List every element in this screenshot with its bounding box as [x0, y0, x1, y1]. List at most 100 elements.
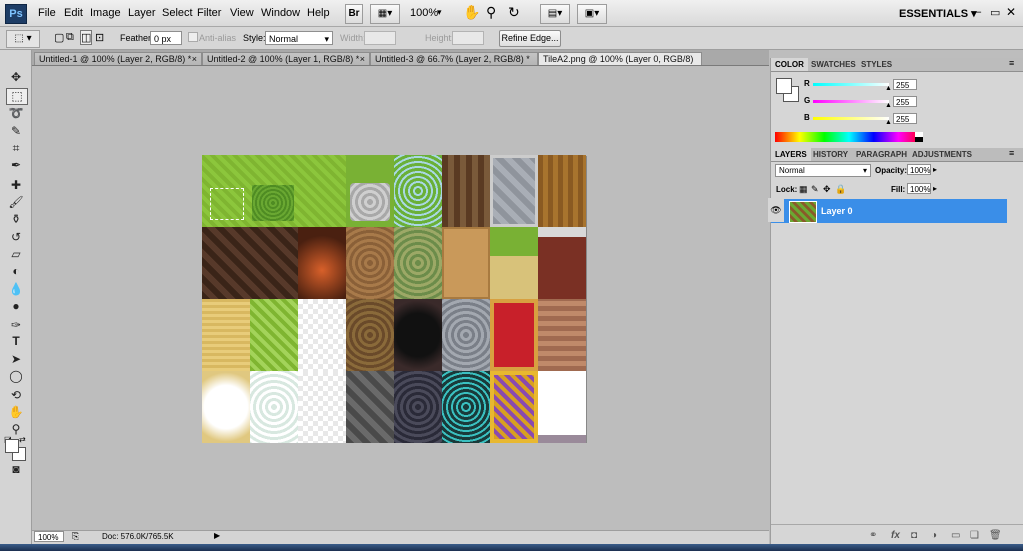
- type-tool-icon[interactable]: T: [6, 334, 26, 349]
- green-value-input[interactable]: 255: [893, 96, 917, 107]
- mask-icon[interactable]: ◘: [911, 530, 917, 541]
- quick-selection-tool-icon[interactable]: ✎: [6, 124, 26, 139]
- red-value-input[interactable]: 255: [893, 79, 917, 90]
- menu-help[interactable]: Help: [307, 7, 330, 19]
- height-input[interactable]: [452, 31, 484, 45]
- dodge-tool-icon[interactable]: ●: [6, 299, 26, 314]
- new-selection-icon[interactable]: ▢: [54, 31, 64, 44]
- minimize-icon[interactable]: –: [975, 6, 981, 18]
- menu-file[interactable]: File: [38, 7, 56, 19]
- quick-mask-icon[interactable]: ◙: [6, 462, 26, 477]
- tab-paragraph[interactable]: PARAGRAPH: [852, 148, 911, 161]
- slider-handle-icon[interactable]: ▲: [885, 119, 892, 126]
- red-slider[interactable]: [813, 83, 889, 86]
- slider-handle-icon[interactable]: ▲: [885, 102, 892, 109]
- menu-select[interactable]: Select: [162, 7, 193, 19]
- subtract-selection-icon[interactable]: ◫: [80, 30, 93, 45]
- tab-adjustments[interactable]: ADJUSTMENTS: [908, 148, 976, 161]
- path-selection-tool-icon[interactable]: ➤: [6, 352, 26, 367]
- panel-menu-icon[interactable]: ≡: [1009, 148, 1014, 158]
- blend-mode-select[interactable]: Normal ▾: [775, 164, 871, 177]
- adjustment-icon[interactable]: ◑: [931, 530, 937, 541]
- black-white-ramp[interactable]: [915, 132, 923, 142]
- fill-dropdown-icon[interactable]: ▸: [933, 184, 937, 193]
- status-menu-icon[interactable]: ▶: [214, 531, 220, 540]
- tab-history[interactable]: HISTORY: [809, 148, 852, 161]
- group-icon[interactable]: ▭: [951, 530, 960, 541]
- tab-color[interactable]: COLOR: [771, 58, 808, 71]
- blue-value-input[interactable]: 255: [893, 113, 917, 124]
- tab-swatches[interactable]: SWATCHES: [807, 58, 860, 71]
- refine-edge-button[interactable]: Refine Edge...: [499, 30, 561, 47]
- close-icon[interactable]: ✕: [1006, 5, 1016, 19]
- pen-tool-icon[interactable]: ✑: [6, 318, 26, 333]
- width-input[interactable]: [364, 31, 396, 45]
- zoom-tool-icon[interactable]: ⚲: [486, 4, 496, 21]
- hand-tool-icon[interactable]: ✋: [6, 405, 26, 420]
- add-selection-icon[interactable]: ⧉: [66, 31, 74, 44]
- lasso-tool-icon[interactable]: ➰: [6, 106, 26, 121]
- menu-edit[interactable]: Edit: [64, 7, 83, 19]
- tab-styles[interactable]: STYLES: [857, 58, 896, 71]
- foreground-color-swatch[interactable]: [776, 78, 792, 94]
- 3d-rotate-tool-icon[interactable]: ⟲: [6, 388, 26, 403]
- opacity-input[interactable]: 100%: [907, 164, 931, 175]
- opacity-dropdown-icon[interactable]: ▸: [933, 165, 937, 174]
- menu-image[interactable]: Image: [90, 7, 121, 19]
- restore-icon[interactable]: ▭: [990, 6, 1000, 19]
- close-icon[interactable]: ×: [360, 53, 369, 65]
- marquee-tool-icon[interactable]: ⬚: [6, 88, 28, 105]
- feather-input[interactable]: 0 px: [150, 31, 182, 45]
- clone-stamp-tool-icon[interactable]: ⚱: [6, 212, 26, 227]
- panel-menu-icon[interactable]: ≡: [1009, 58, 1014, 68]
- close-icon[interactable]: ×: [192, 53, 201, 65]
- foreground-color-swatch[interactable]: [5, 439, 19, 453]
- arrange-documents-button[interactable]: ▤▾: [540, 4, 570, 24]
- tab-untitled-3[interactable]: Untitled-3 @ 66.7% (Layer 2, RGB/8) *×: [370, 52, 538, 65]
- link-icon[interactable]: ⚭: [869, 530, 877, 541]
- rotate-view-icon[interactable]: ↻: [508, 4, 520, 21]
- eye-visibility-icon[interactable]: 👁: [768, 198, 784, 222]
- zoom-dropdown-icon[interactable]: ▾: [437, 7, 442, 18]
- tab-layers[interactable]: LAYERS: [771, 148, 811, 161]
- history-brush-tool-icon[interactable]: ↺: [6, 230, 26, 245]
- tool-preset-picker[interactable]: ⬚ ▾: [6, 30, 40, 48]
- workspace-switcher[interactable]: ESSENTIALS ▾: [899, 7, 977, 20]
- fill-input[interactable]: 100%: [907, 183, 931, 194]
- lock-all-icon[interactable]: 🔒: [835, 184, 846, 195]
- slider-handle-icon[interactable]: ▲: [885, 85, 892, 92]
- tab-tilea2[interactable]: TileA2.png @ 100% (Layer 0, RGB/8)×: [538, 52, 702, 65]
- menu-filter[interactable]: Filter: [197, 7, 221, 19]
- menu-layer[interactable]: Layer: [128, 7, 156, 19]
- green-slider[interactable]: [813, 100, 889, 103]
- lock-position-icon[interactable]: ✥: [823, 184, 831, 195]
- menu-view[interactable]: View: [230, 7, 254, 19]
- layer-row-layer-0[interactable]: 👁 Layer 0: [768, 198, 1007, 223]
- trash-icon[interactable]: 🗑: [989, 530, 1002, 541]
- fx-icon[interactable]: fx: [891, 530, 900, 541]
- zoom-level[interactable]: 100%: [410, 7, 438, 19]
- tab-untitled-1[interactable]: Untitled-1 @ 100% (Layer 2, RGB/8) * ×: [34, 52, 202, 65]
- blur-tool-icon[interactable]: 💧: [6, 282, 26, 297]
- shape-tool-icon[interactable]: ◯: [6, 369, 26, 384]
- color-spectrum-ramp[interactable]: [775, 132, 923, 142]
- eyedropper-tool-icon[interactable]: ✒: [6, 158, 26, 173]
- lock-pixels-icon[interactable]: ✎: [811, 184, 819, 195]
- share-icon[interactable]: ⎘: [72, 531, 79, 542]
- tileset-image[interactable]: [202, 155, 586, 443]
- tab-untitled-2[interactable]: Untitled-2 @ 100% (Layer 1, RGB/8) * ×: [202, 52, 370, 65]
- eraser-tool-icon[interactable]: ▱: [6, 247, 26, 262]
- blue-slider[interactable]: [813, 117, 889, 120]
- gradient-tool-icon[interactable]: ◐: [6, 264, 26, 279]
- intersect-selection-icon[interactable]: ⊡: [95, 31, 104, 44]
- layer-name[interactable]: Layer 0: [821, 206, 853, 216]
- brush-tool-icon[interactable]: 🖌: [6, 195, 26, 210]
- lock-transparency-icon[interactable]: ▦: [799, 184, 808, 195]
- zoom-input[interactable]: 100%: [34, 531, 64, 542]
- new-layer-icon[interactable]: ❏: [970, 530, 979, 541]
- healing-brush-tool-icon[interactable]: ✚: [6, 178, 26, 193]
- view-extras-button[interactable]: ▦▾: [370, 4, 400, 24]
- swap-colors-icon[interactable]: ⇄: [19, 435, 26, 444]
- move-tool-icon[interactable]: ✥: [6, 70, 26, 85]
- menu-window[interactable]: Window: [261, 7, 300, 19]
